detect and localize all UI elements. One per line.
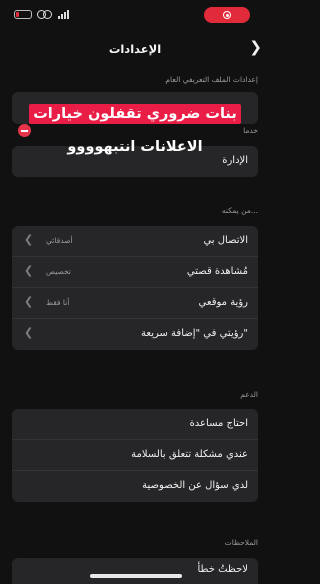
chevron-left-icon: ❮ [24,295,34,308]
battery-icon [14,10,32,19]
overlay-caption: بنات ضروري تقفلون خيارات الاعلانات انتبه… [18,104,252,157]
chevron-left-icon: ❮ [24,264,34,277]
section-label-who-can: من يمكنه... [221,206,258,215]
row-label: رؤية موقعي [198,297,248,308]
section-label-profile: إعدادات الملف التعريفي العام [165,75,258,84]
row-view-story[interactable]: مُشاهدة قصتي تخصيص ❮ [12,257,258,288]
row-contact-me[interactable]: الاتصال بي أصدقائي ❮ [12,226,258,257]
row-label: لدي سؤال عن الخصوصية [142,480,248,491]
row-value: أصدقائي [46,236,73,245]
row-quick-add[interactable]: رؤيتي في "إضافة سريعة" ❮ [12,319,258,350]
row-report-bug[interactable]: لاحظتُ خطأ [12,558,258,584]
no-entry-icon [18,124,31,137]
page-title: الإعدادات [108,42,162,56]
chevron-left-icon: ❮ [24,326,34,339]
row-value: تخصيص [46,267,71,276]
row-see-location[interactable]: رؤية موقعي أنا فقط ❮ [12,288,258,319]
row-label: الاتصال بي [203,235,248,246]
row-label: عندي مشكلة تتعلق بالسلامة [131,449,248,460]
row-label: مُشاهدة قصتي [186,266,248,277]
row-privacy-question[interactable]: لدي سؤال عن الخصوصية [12,471,258,502]
back-button[interactable]: ❯ [249,40,262,55]
status-bar [0,0,270,34]
row-safety-concern[interactable]: عندي مشكلة تتعلق بالسلامة [12,440,258,471]
row-label: احتاج مساعدة [189,418,248,429]
section-label-feedback: الملاحظات [224,538,258,547]
status-icons [14,10,69,19]
link-icon [37,10,53,19]
row-label: لاحظتُ خطأ [197,564,248,575]
row-need-help[interactable]: احتاج مساعدة [12,409,258,440]
signal-icon [58,10,69,19]
group-feedback: لاحظتُ خطأ [12,558,258,584]
caption-line-2: الاعلانات انتبهوووو [67,139,203,155]
screen-recording-icon[interactable] [204,7,250,23]
chevron-right-icon: ❯ [249,38,262,56]
row-label: رؤيتي في "إضافة سريعة" [141,328,248,339]
row-value: أنا فقط [46,298,70,307]
section-label-support: الدعم [240,390,258,399]
caption-line-1: بنات ضروري تقفلون خيارات [29,104,241,124]
group-who-can: الاتصال بي أصدقائي ❮ مُشاهدة قصتي تخصيص … [12,226,258,350]
home-indicator [90,574,182,578]
group-support: احتاج مساعدة عندي مشكلة تتعلق بالسلامة ل… [12,409,258,502]
chevron-left-icon: ❮ [24,233,34,246]
